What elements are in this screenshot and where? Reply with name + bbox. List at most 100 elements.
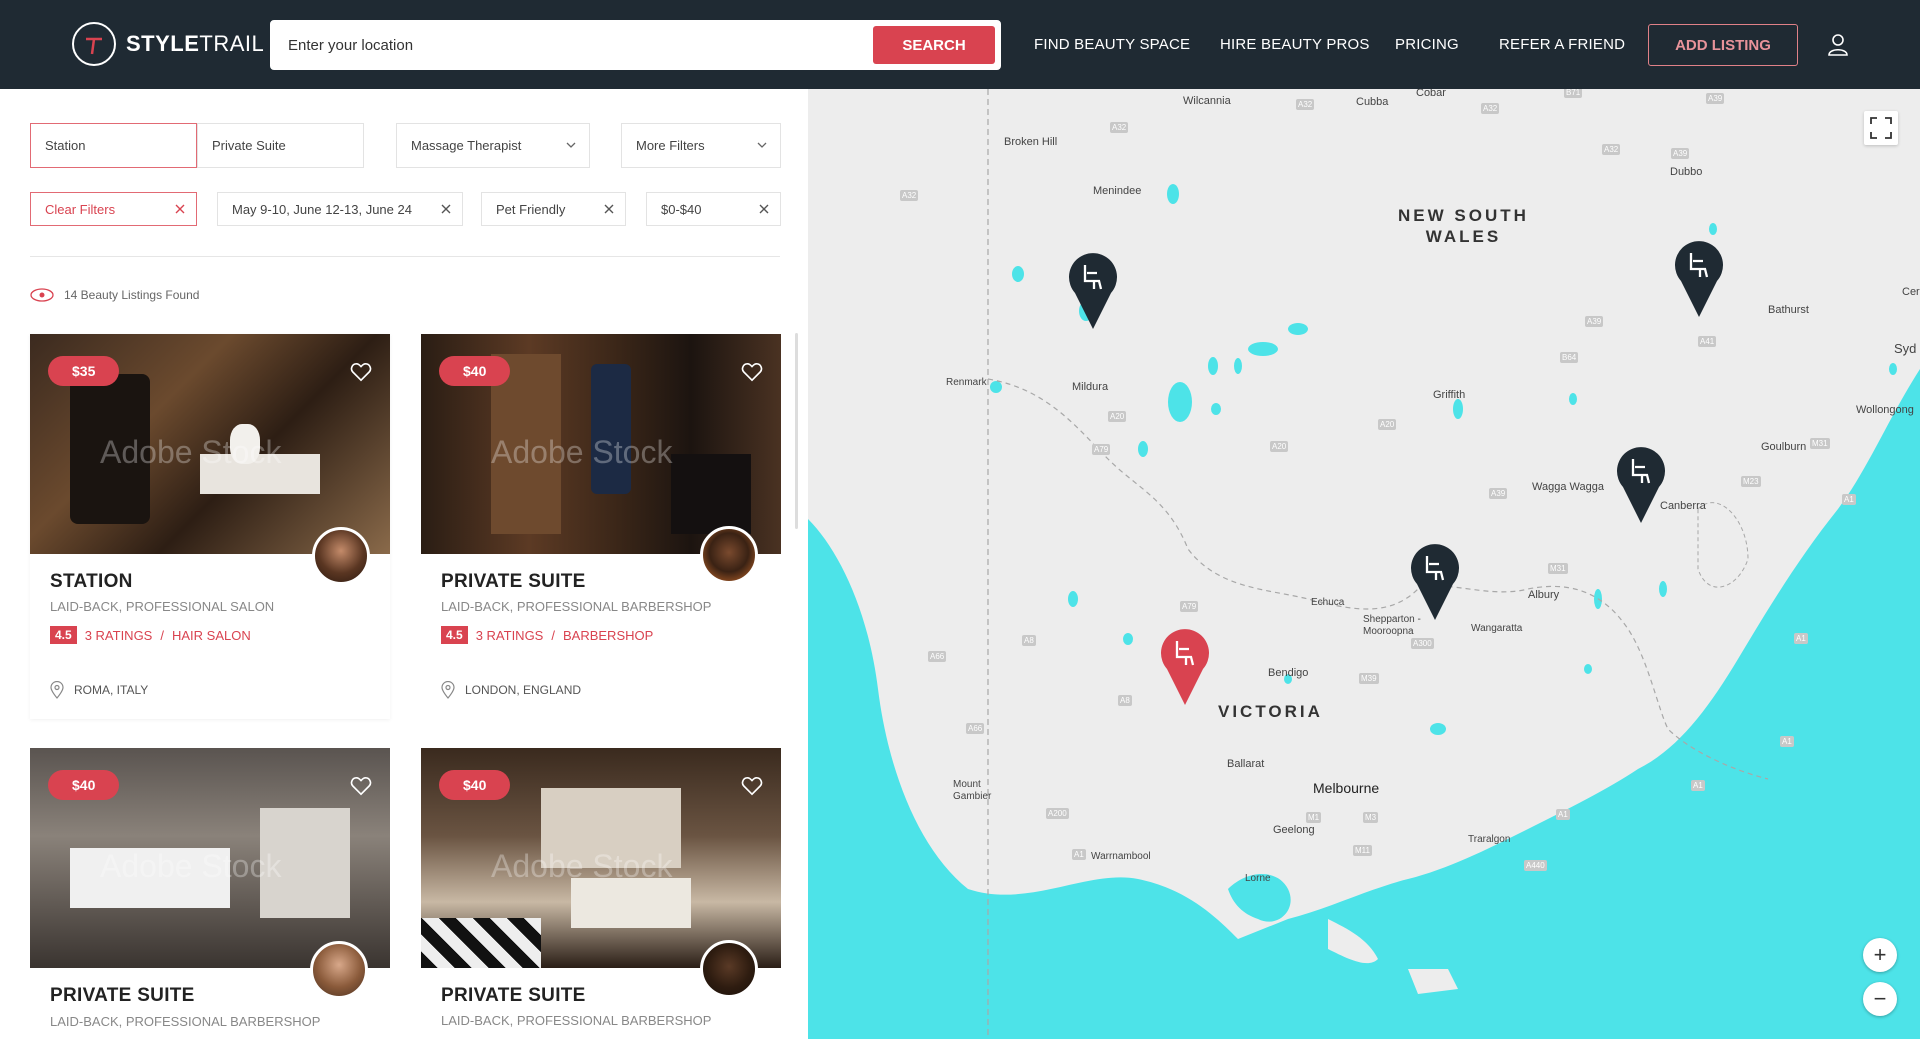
listing-photo[interactable]: Adobe Stock $40 xyxy=(421,748,781,968)
listing-location-text: ROMA, ITALY xyxy=(74,683,149,697)
town-label: Goulburn xyxy=(1761,441,1807,453)
location-search-input[interactable] xyxy=(288,22,868,68)
dates-filter-chip[interactable]: May 9-10, June 12-13, June 24 xyxy=(217,192,463,226)
map-pin-icon xyxy=(50,681,64,699)
heart-icon[interactable] xyxy=(741,776,763,796)
price-badge: $35 xyxy=(48,356,120,386)
host-avatar[interactable] xyxy=(310,941,368,999)
profession-dropdown[interactable]: Massage Therapist xyxy=(396,123,590,168)
listing-location: ROMA, ITALY xyxy=(50,681,148,699)
town-label: Echuca xyxy=(1311,597,1345,608)
close-icon[interactable] xyxy=(603,203,615,215)
town-label: Lorne xyxy=(1245,873,1271,884)
town-label: Melbourne xyxy=(1313,780,1380,796)
more-filters-dropdown[interactable]: More Filters xyxy=(621,123,781,168)
road-shield: A20 xyxy=(1270,441,1289,452)
listing-subtitle: LAID-BACK, PROFESSIONAL BARBERSHOP xyxy=(441,599,712,614)
town-label: Warrnambool xyxy=(1091,851,1151,862)
road-shield: M11 xyxy=(1353,845,1372,856)
map-pin-station[interactable] xyxy=(1672,237,1726,319)
stock-watermark: Adobe Stock xyxy=(491,434,673,470)
heart-icon[interactable] xyxy=(350,776,372,796)
road-shield: M23 xyxy=(1741,476,1761,487)
listing-location: LONDON, ENGLAND xyxy=(441,681,581,699)
host-avatar[interactable] xyxy=(700,940,758,998)
listing-photo[interactable]: Adobe Stock $40 xyxy=(30,748,390,968)
ratings-count[interactable]: 3 RATINGS xyxy=(476,628,544,643)
map-pin-station[interactable] xyxy=(1066,249,1120,331)
listing-category[interactable]: HAIR SALON xyxy=(172,628,251,643)
stock-watermark: Adobe Stock xyxy=(491,848,673,884)
listing-category[interactable]: BARBERSHOP xyxy=(563,628,653,643)
listing-card[interactable]: Adobe Stock $35 STATION LAID-BACK, PROFE… xyxy=(30,334,390,719)
price-filter-label: $0-$40 xyxy=(661,201,702,217)
toggle-station[interactable]: Station xyxy=(30,123,197,168)
close-icon[interactable] xyxy=(440,203,452,215)
clear-filters-chip[interactable]: Clear Filters xyxy=(30,192,197,226)
clear-filters-label: Clear Filters xyxy=(45,201,116,217)
add-listing-button[interactable]: ADD LISTING xyxy=(1648,24,1798,66)
road-shield: A1 xyxy=(1794,633,1808,644)
town-label: Bendigo xyxy=(1268,667,1309,679)
road-shield: A32 xyxy=(1481,103,1500,114)
road-shield: A1 xyxy=(1556,809,1570,820)
listing-photo[interactable]: Adobe Stock $35 xyxy=(30,334,390,554)
town-label: Wilcannia xyxy=(1183,95,1231,107)
map-pin-station[interactable] xyxy=(1614,443,1668,525)
listing-title: STATION xyxy=(50,571,133,592)
price-filter-chip[interactable]: $0-$40 xyxy=(646,192,781,226)
road-shield: A1 xyxy=(1842,494,1856,505)
close-icon[interactable] xyxy=(758,203,770,215)
user-profile-icon[interactable] xyxy=(1826,32,1850,56)
town-label: Ballarat xyxy=(1227,758,1265,770)
road-shield: A20 xyxy=(1378,419,1397,430)
town-label: Bathurst xyxy=(1768,304,1809,316)
more-filters-label: More Filters xyxy=(636,138,705,153)
map-terrain xyxy=(808,89,1920,1039)
road-shield: M31 xyxy=(1548,563,1568,574)
ratings-count[interactable]: 3 RATINGS xyxy=(85,628,153,643)
road-shield: A41 xyxy=(1698,336,1717,347)
nav-pricing[interactable]: PRICING xyxy=(1395,36,1459,53)
region-label-nsw: NEW SOUTH WALES xyxy=(1398,206,1529,246)
heart-icon[interactable] xyxy=(350,362,372,382)
road-shield: B64 xyxy=(1560,352,1579,363)
zoom-in-button[interactable]: + xyxy=(1863,938,1897,972)
road-shield: A440 xyxy=(1524,860,1547,871)
map-pin-selected[interactable] xyxy=(1158,625,1212,707)
logo-mark-icon xyxy=(72,22,116,66)
search-button[interactable]: SEARCH xyxy=(873,26,995,64)
results-count: 14 Beauty Listings Found xyxy=(30,288,199,302)
top-nav-bar: STYLETRAIL SEARCH FIND BEAUTY SPACE HIRE… xyxy=(0,0,1920,89)
road-shield: B71 xyxy=(1564,89,1583,98)
road-shield: A66 xyxy=(928,651,947,662)
heart-icon[interactable] xyxy=(741,362,763,382)
nav-hire-beauty-pros[interactable]: HIRE BEAUTY PROS xyxy=(1220,36,1370,53)
zoom-out-button[interactable]: − xyxy=(1863,982,1897,1016)
listing-card[interactable]: Adobe Stock $40 PRIVATE SUITE LAID-BACK,… xyxy=(421,334,781,719)
stock-watermark: Adobe Stock xyxy=(100,434,282,470)
town-label: Broken Hill xyxy=(1004,136,1058,148)
fullscreen-button[interactable] xyxy=(1864,111,1898,145)
results-map[interactable]: NEW SOUTH WALES VICTORIA Wilcannia Cubba … xyxy=(808,89,1920,1039)
road-shield: A32 xyxy=(1602,144,1621,155)
town-label: Wagga Wagga xyxy=(1532,481,1604,493)
town-label: Traralgon xyxy=(1468,834,1511,845)
pet-friendly-chip[interactable]: Pet Friendly xyxy=(481,192,626,226)
close-icon[interactable] xyxy=(174,203,186,215)
nav-refer-a-friend[interactable]: REFER A FRIEND xyxy=(1499,36,1625,53)
host-avatar[interactable] xyxy=(312,527,370,585)
host-avatar[interactable] xyxy=(700,526,758,584)
town-label: Menindee xyxy=(1093,185,1142,197)
nav-find-beauty-space[interactable]: FIND BEAUTY SPACE xyxy=(1034,36,1190,53)
road-shield: A66 xyxy=(966,723,985,734)
road-shield: A1 xyxy=(1072,849,1086,860)
toggle-private-suite[interactable]: Private Suite xyxy=(197,123,364,168)
map-pin-station[interactable] xyxy=(1408,540,1462,622)
listing-photo[interactable]: Adobe Stock $40 xyxy=(421,334,781,554)
profession-dropdown-label: Massage Therapist xyxy=(411,138,522,153)
logo[interactable]: STYLETRAIL xyxy=(72,22,264,66)
road-shield: A32 xyxy=(900,190,919,201)
road-shield: A200 xyxy=(1046,808,1069,819)
listings-scrollbar[interactable] xyxy=(795,333,798,529)
